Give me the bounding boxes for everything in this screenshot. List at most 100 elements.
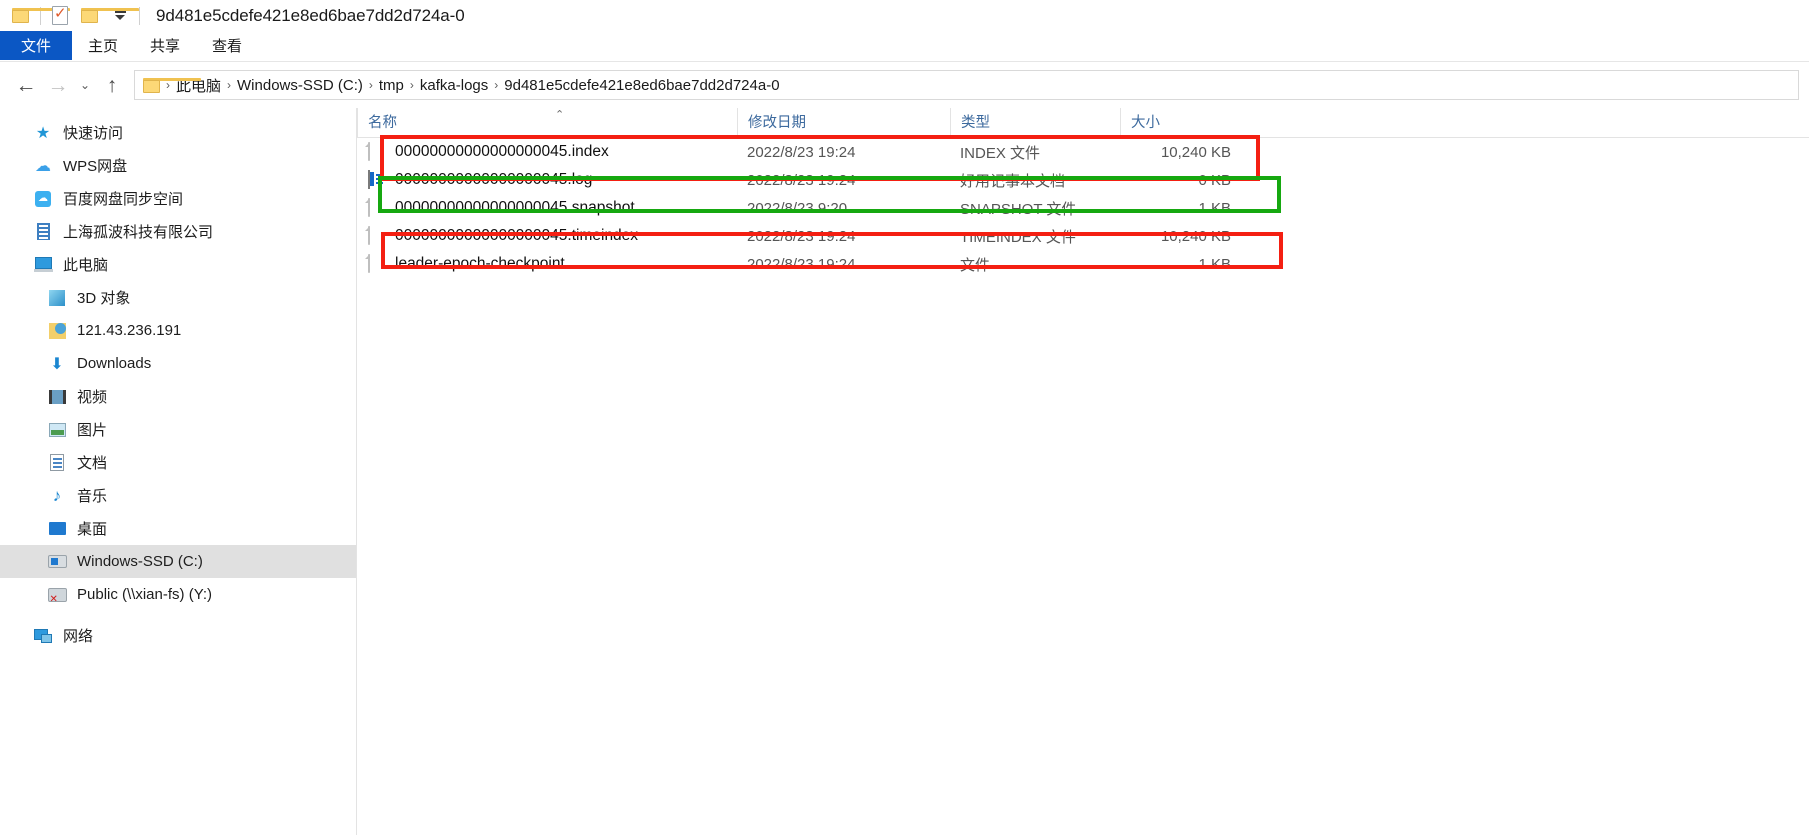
- up-button[interactable]: ↑: [96, 69, 128, 101]
- breadcrumb-item-drive[interactable]: Windows-SSD (C:): [232, 77, 368, 94]
- sidebar-item-label: Windows-SSD (C:): [77, 553, 203, 570]
- music-icon: ♪: [52, 485, 62, 505]
- sidebar-item-music[interactable]: ♪ 音乐: [0, 479, 356, 512]
- sidebar-item-this-pc[interactable]: 此电脑: [0, 248, 356, 281]
- file-type-cell: INDEX 文件: [960, 144, 1041, 162]
- navigation-pane: ★ 快速访问 ☁ WPS网盘 ☁ 百度网盘同步空间 上海孤波科技有限公司 此电脑…: [0, 108, 357, 835]
- videos-icon: [47, 387, 67, 407]
- sidebar-item-network[interactable]: 网络: [0, 619, 356, 652]
- building-icon: [33, 222, 53, 242]
- table-row[interactable]: 00000000000000000045.timeindex 2022/8/23…: [357, 222, 1809, 250]
- sidebar-item-label: Public (\\xian-fs) (Y:): [77, 586, 213, 603]
- new-folder-icon[interactable]: [75, 3, 139, 29]
- tab-share[interactable]: 共享: [134, 31, 196, 60]
- sidebar-item-network-location[interactable]: 121.43.236.191: [0, 314, 356, 347]
- file-name-text: leader-epoch-checkpoint: [395, 255, 565, 272]
- sidebar-item-downloads[interactable]: ⬇ Downloads: [0, 347, 356, 380]
- breadcrumb-item-tmp[interactable]: tmp: [374, 77, 409, 94]
- file-size-cell: 10,240 KB: [1160, 143, 1231, 161]
- file-size-cell: 0 KB: [1198, 171, 1231, 189]
- sidebar-item-windows-ssd[interactable]: Windows-SSD (C:): [0, 545, 356, 578]
- column-header-type[interactable]: 类型: [950, 108, 1120, 137]
- sidebar-item-label: 视频: [77, 389, 108, 406]
- sidebar-item-label: Downloads: [77, 355, 152, 372]
- file-date-cell: 2022/8/23 9:20: [747, 199, 848, 217]
- desktop-icon: [47, 519, 67, 539]
- sidebar-item-label: 3D 对象: [77, 290, 131, 307]
- table-row[interactable]: leader-epoch-checkpoint 2022/8/23 19:24 …: [357, 250, 1809, 278]
- sidebar-item-label: 此电脑: [63, 257, 109, 274]
- tab-home[interactable]: 主页: [72, 31, 134, 60]
- file-name-cell[interactable]: 00000000000000000045.snapshot: [357, 197, 737, 218]
- drive-icon: [47, 552, 67, 572]
- sidebar-item-label: 快速访问: [63, 125, 124, 142]
- sidebar-item-label: 图片: [77, 422, 108, 439]
- baidu-netdisk-icon: ☁: [33, 189, 53, 209]
- cloud-icon: ☁: [35, 157, 51, 175]
- ribbon-tab-bar: 文件 主页 共享 查看: [0, 31, 1809, 61]
- sort-ascending-icon: ⌃: [555, 109, 565, 121]
- table-row[interactable]: 00000000000000000045.log 2022/8/23 19:24…: [357, 166, 1809, 194]
- downloads-icon: ⬇: [50, 355, 64, 373]
- file-name-text: 00000000000000000045.timeindex: [395, 227, 639, 244]
- sidebar-item-wps-netdisk[interactable]: ☁ WPS网盘: [0, 149, 356, 182]
- tab-file[interactable]: 文件: [0, 31, 72, 60]
- sidebar-item-videos[interactable]: 视频: [0, 380, 356, 413]
- file-name-cell[interactable]: 00000000000000000045.index: [357, 141, 737, 162]
- table-row[interactable]: 00000000000000000045.index 2022/8/23 19:…: [357, 138, 1809, 166]
- sidebar-item-label: 上海孤波科技有限公司: [63, 224, 214, 241]
- file-name-text: 00000000000000000045.snapshot: [395, 199, 635, 216]
- folder-icon[interactable]: [6, 3, 70, 29]
- sidebar-item-desktop[interactable]: 桌面: [0, 512, 356, 545]
- notepad-doc-icon: [368, 169, 385, 190]
- star-icon: ★: [35, 124, 51, 142]
- address-bar: ← → ⌄ ↑ › 此电脑 › Windows-SSD (C:) › tmp ›…: [0, 62, 1809, 108]
- file-list-pane: 名称 修改日期 类型 大小 ⌃ 00000000000000000045.ind…: [357, 108, 1809, 835]
- sidebar-item-3d-objects[interactable]: 3D 对象: [0, 281, 356, 314]
- properties-icon[interactable]: [45, 3, 75, 29]
- file-size-cell: 1 KB: [1198, 255, 1231, 273]
- network-icon: [33, 626, 53, 646]
- file-type-cell: TIMEINDEX 文件: [960, 228, 1076, 246]
- file-name-cell[interactable]: 00000000000000000045.log: [357, 169, 737, 190]
- 3d-objects-icon: [47, 288, 67, 308]
- sidebar-item-baidu-sync[interactable]: ☁ 百度网盘同步空间: [0, 182, 356, 215]
- file-date-cell: 2022/8/23 19:24: [747, 171, 856, 189]
- sidebar-item-quick-access[interactable]: ★ 快速访问: [0, 116, 356, 149]
- sidebar-item-documents[interactable]: 文档: [0, 446, 356, 479]
- breadcrumb[interactable]: › 此电脑 › Windows-SSD (C:) › tmp › kafka-l…: [134, 70, 1799, 100]
- column-header-size[interactable]: 大小: [1120, 108, 1240, 137]
- sidebar-item-pictures[interactable]: 图片: [0, 413, 356, 446]
- file-page-icon: [368, 253, 385, 274]
- back-button[interactable]: ←: [10, 69, 42, 101]
- tab-view[interactable]: 查看: [196, 31, 258, 60]
- breadcrumb-item-kafka-logs[interactable]: kafka-logs: [415, 77, 493, 94]
- sidebar-item-label: 桌面: [77, 521, 108, 538]
- toolbar-divider-2: [139, 6, 140, 25]
- sidebar-item-label: 文档: [77, 455, 108, 472]
- file-name-cell[interactable]: leader-epoch-checkpoint: [357, 253, 737, 274]
- forward-button[interactable]: →: [42, 69, 74, 101]
- pictures-icon: [47, 420, 67, 440]
- folder-icon: [143, 77, 201, 93]
- breadcrumb-item-partition[interactable]: 9d481e5cdefe421e8ed6bae7dd2d724a-0: [499, 77, 784, 94]
- file-size-cell: 1 KB: [1198, 199, 1231, 217]
- column-header-date-modified[interactable]: 修改日期: [737, 108, 950, 137]
- sidebar-item-company[interactable]: 上海孤波科技有限公司: [0, 215, 356, 248]
- chevron-down-icon[interactable]: [105, 3, 135, 29]
- network-location-icon: [47, 321, 67, 341]
- sidebar-item-label: 网络: [63, 628, 94, 645]
- file-name-cell[interactable]: 00000000000000000045.timeindex: [357, 225, 737, 246]
- sidebar-item-label: 121.43.236.191: [77, 322, 182, 339]
- file-size-cell: 10,240 KB: [1160, 227, 1231, 245]
- quick-access-toolbar: [6, 3, 144, 29]
- sidebar-item-public-network-drive[interactable]: Public (\\xian-fs) (Y:): [0, 578, 356, 611]
- file-date-cell: 2022/8/23 19:24: [747, 227, 856, 245]
- table-row[interactable]: 00000000000000000045.snapshot 2022/8/23 …: [357, 194, 1809, 222]
- recent-locations-button[interactable]: ⌄: [74, 69, 96, 101]
- file-type-cell: 文件: [960, 256, 991, 274]
- file-page-icon: [368, 197, 385, 218]
- column-header-name[interactable]: 名称: [357, 108, 737, 137]
- documents-icon: [47, 453, 67, 473]
- file-name-text: 00000000000000000045.index: [395, 143, 609, 160]
